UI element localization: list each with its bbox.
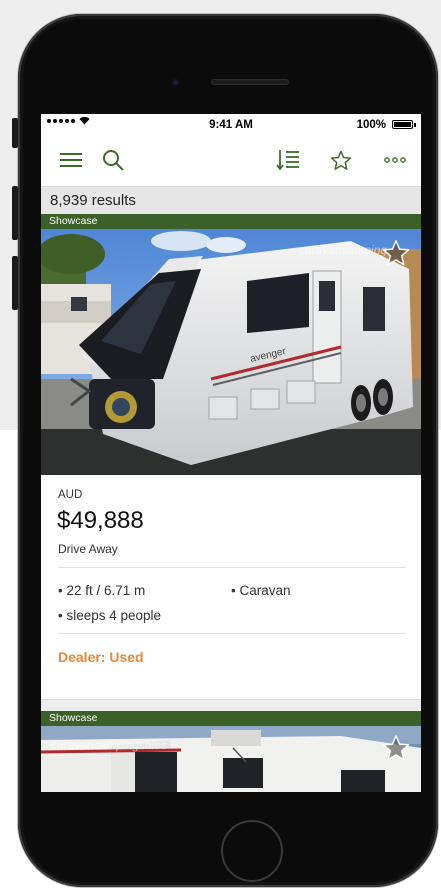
listing-photo[interactable]: avenger caravancamping [41,229,421,475]
app-screen: 9:41 AM 100% 8,939 results Showcase aven… [41,114,421,792]
divider [58,633,406,634]
photo-watermark: caravancamping [299,243,388,257]
star-icon[interactable] [327,146,355,174]
spec-sleeps: • sleeps 4 people [58,608,162,623]
spec-type: • Caravan [231,583,291,598]
battery-icon [392,120,413,129]
listing-card[interactable]: AUD $49,888 Drive Away • 22 ft / 6.71 m … [41,475,421,699]
list-separator [41,699,421,711]
nav-bar [41,136,421,186]
search-icon[interactable] [99,146,127,174]
dealer-status: Dealer: Used [58,649,144,665]
results-count: 8,939 results [41,186,421,214]
price-currency: AUD [58,489,83,501]
divider [58,567,406,568]
battery-percentage: 100% [356,119,386,131]
volume-up-button [12,186,18,240]
showcase-badge: Showcase [41,214,421,229]
caravan-photo-1: avenger [41,229,421,475]
earpiece-speaker [211,79,289,85]
listing-price: $49,888 [57,507,144,534]
favorite-star-icon[interactable] [381,734,411,767]
mute-switch [12,118,18,148]
volume-down-button [12,256,18,310]
favorite-star-icon[interactable] [381,239,411,272]
photo-watermark: caravancampingsales [51,738,168,752]
home-button[interactable] [221,820,283,882]
status-bar: 9:41 AM 100% [41,114,421,136]
more-icon[interactable] [381,146,409,174]
caravan-photo-2 [41,726,421,792]
sort-icon[interactable] [274,146,302,174]
spec-length: • 22 ft / 6.71 m [58,583,146,598]
menu-icon[interactable] [57,146,85,174]
showcase-badge: Showcase [41,711,421,726]
listing-photo[interactable]: caravancampingsales [41,726,421,792]
front-camera [171,78,180,87]
price-note: Drive Away [58,542,118,556]
battery-tip [414,123,416,127]
